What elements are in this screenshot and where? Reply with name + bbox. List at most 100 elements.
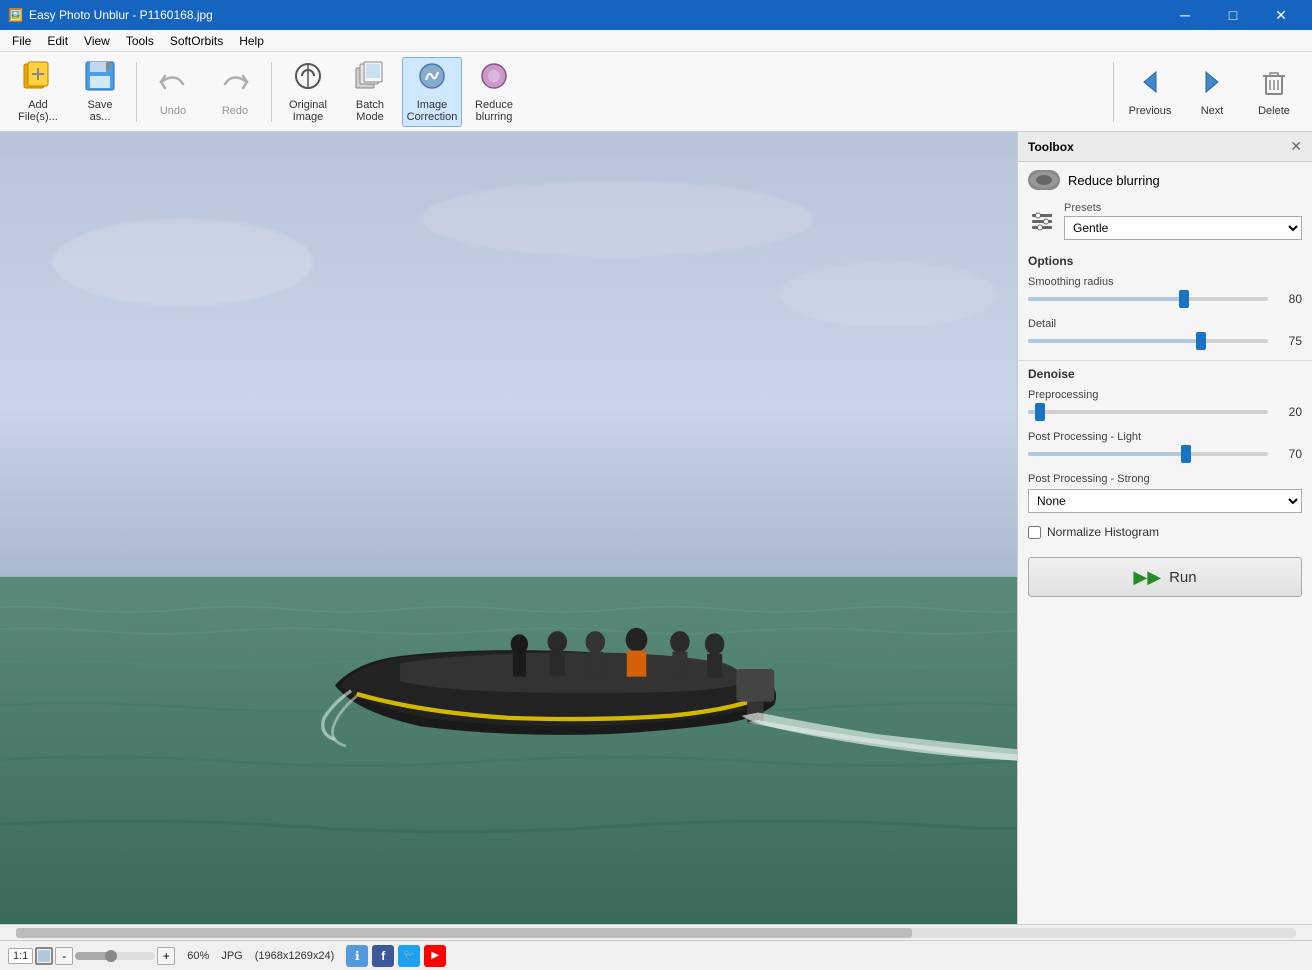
- zoom-controls: 1:1 - +: [8, 947, 175, 965]
- previous-icon: [1134, 66, 1166, 103]
- post-processing-light-thumb[interactable]: [1181, 445, 1191, 463]
- fit-icon: [35, 947, 53, 965]
- reduce-blurring-icon: [478, 60, 510, 97]
- presets-right: Presets Gentle Normal Strong Custom: [1064, 202, 1302, 240]
- add-files-button[interactable]: Add File(s)...: [8, 57, 68, 127]
- normalize-histogram-checkbox[interactable]: [1028, 526, 1041, 539]
- scroll-area: [0, 924, 1312, 940]
- redo-label: Redo: [222, 105, 248, 117]
- status-bar: 1:1 - + 60% JPG (1968x1269x24) ℹ f 🐦 ▶: [0, 940, 1312, 970]
- options-section-title: Options: [1018, 248, 1312, 272]
- photo-canvas: [0, 132, 1017, 924]
- presets-label: Presets: [1064, 202, 1302, 214]
- post-processing-light-track[interactable]: [1028, 452, 1268, 456]
- image-correction-button[interactable]: Image Correction: [402, 57, 462, 127]
- zoom-slider: - +: [55, 947, 175, 965]
- next-button[interactable]: Next: [1182, 57, 1242, 127]
- original-image-label: Original Image: [289, 99, 327, 123]
- save-as-button[interactable]: Save as...: [70, 57, 130, 127]
- presets-icon: [1028, 210, 1056, 232]
- normalize-histogram-label[interactable]: Normalize Histogram: [1047, 525, 1159, 539]
- menu-tools[interactable]: Tools: [118, 32, 162, 50]
- zoom-thumb[interactable]: [105, 950, 117, 962]
- image-correction-icon: [416, 60, 448, 97]
- reduce-blurring-button[interactable]: Reduce blurring: [464, 57, 524, 127]
- detail-track[interactable]: [1028, 339, 1268, 343]
- save-icon: [84, 60, 116, 97]
- menu-bar: File Edit View Tools SoftOrbits Help: [0, 30, 1312, 52]
- ratio-badge: 1:1: [8, 948, 33, 964]
- previous-button[interactable]: Previous: [1120, 57, 1180, 127]
- batch-mode-button[interactable]: Batch Mode: [340, 57, 400, 127]
- batch-mode-icon: [354, 60, 386, 97]
- minimize-button[interactable]: ─: [1162, 0, 1208, 30]
- undo-label: Undo: [160, 105, 186, 117]
- facebook-button[interactable]: f: [372, 945, 394, 967]
- youtube-button[interactable]: ▶: [424, 945, 446, 967]
- menu-file[interactable]: File: [4, 32, 39, 50]
- post-processing-strong-row: Post Processing - Strong None Light Medi…: [1018, 469, 1312, 521]
- undo-button[interactable]: Undo: [143, 57, 203, 127]
- smoothing-radius-container: 80: [1028, 292, 1302, 306]
- toolbar-sep-1: [136, 62, 137, 122]
- zoom-percent: 60%: [187, 950, 209, 962]
- toolbar: Add File(s)... Save as... Undo: [0, 52, 1312, 132]
- preprocessing-thumb[interactable]: [1035, 403, 1045, 421]
- smoothing-radius-fill: [1028, 297, 1184, 301]
- smoothing-radius-track[interactable]: [1028, 297, 1268, 301]
- main-content: Toolbox ✕ Reduce blurring: [0, 132, 1312, 924]
- zoom-track[interactable]: [75, 952, 155, 960]
- delete-button[interactable]: Delete: [1244, 57, 1304, 127]
- toolbox-close-button[interactable]: ✕: [1290, 138, 1302, 155]
- redo-button[interactable]: Redo: [205, 57, 265, 127]
- dimensions-badge: (1968x1269x24): [255, 950, 335, 962]
- menu-view[interactable]: View: [76, 32, 118, 50]
- zoom-out-button[interactable]: -: [55, 947, 73, 965]
- run-icon: ▶▶: [1133, 567, 1161, 588]
- preprocessing-container: 20: [1028, 405, 1302, 419]
- zoom-in-button[interactable]: +: [157, 947, 175, 965]
- menu-softorbits[interactable]: SoftOrbits: [162, 32, 231, 50]
- info-button[interactable]: ℹ: [346, 945, 368, 967]
- image-correction-label: Image Correction: [407, 99, 458, 123]
- redo-icon: [219, 66, 251, 103]
- detail-thumb[interactable]: [1196, 332, 1206, 350]
- presets-row: Presets Gentle Normal Strong Custom: [1018, 198, 1312, 248]
- title-bar: 🖼️ Easy Photo Unblur - P1160168.jpg ─ □ …: [0, 0, 1312, 30]
- ratio-value: 1:1: [13, 950, 28, 962]
- smoothing-radius-label: Smoothing radius: [1028, 276, 1302, 288]
- preprocessing-value: 20: [1274, 405, 1302, 419]
- reduce-blurring-label: Reduce blurring: [475, 99, 513, 123]
- post-processing-strong-label: Post Processing - Strong: [1028, 473, 1302, 485]
- add-files-label: Add File(s)...: [18, 99, 58, 123]
- app-icon: 🖼️: [8, 8, 23, 22]
- twitter-button[interactable]: 🐦: [398, 945, 420, 967]
- maximize-button[interactable]: □: [1210, 0, 1256, 30]
- previous-label: Previous: [1129, 105, 1172, 117]
- smoothing-radius-row: Smoothing radius 80: [1018, 272, 1312, 314]
- preprocessing-track[interactable]: [1028, 410, 1268, 414]
- smoothing-radius-thumb[interactable]: [1179, 290, 1189, 308]
- h-scrollbar-thumb[interactable]: [16, 928, 912, 938]
- run-button[interactable]: ▶▶ Run: [1028, 557, 1302, 597]
- detail-container: 75: [1028, 334, 1302, 348]
- post-processing-light-label: Post Processing - Light: [1028, 431, 1302, 443]
- toolbar-sep-3: [1113, 62, 1114, 122]
- toolbox-title: Toolbox: [1028, 140, 1074, 154]
- post-processing-strong-select[interactable]: None Light Medium Strong: [1028, 489, 1302, 513]
- reduce-blurring-header: Reduce blurring: [1018, 162, 1312, 198]
- run-btn-container: ▶▶ Run: [1018, 547, 1312, 607]
- original-image-button[interactable]: Original Image: [278, 57, 338, 127]
- zoom-box: [35, 947, 53, 965]
- title-bar-controls: ─ □ ✕: [1162, 0, 1304, 30]
- close-button[interactable]: ✕: [1258, 0, 1304, 30]
- menu-edit[interactable]: Edit: [39, 32, 76, 50]
- h-scrollbar[interactable]: [16, 928, 1296, 938]
- reduce-blurring-label: Reduce blurring: [1068, 173, 1160, 188]
- image-area[interactable]: [0, 132, 1017, 924]
- reduce-blurring-icon: [1028, 170, 1060, 190]
- original-image-icon: [292, 60, 324, 97]
- menu-help[interactable]: Help: [231, 32, 272, 50]
- batch-mode-label: Batch Mode: [356, 99, 384, 123]
- presets-select[interactable]: Gentle Normal Strong Custom: [1064, 216, 1302, 240]
